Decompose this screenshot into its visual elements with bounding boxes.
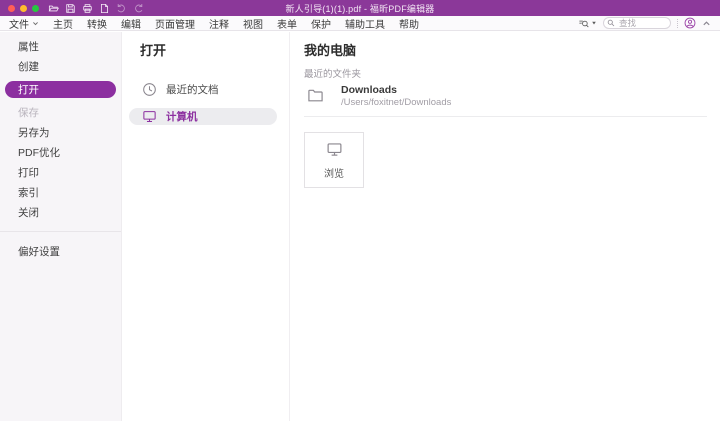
sidebar-item-save-as[interactable]: 另存为 — [0, 122, 121, 142]
toolbar-separator — [677, 19, 678, 28]
browse-label: 浏览 — [324, 165, 344, 180]
sidebar-divider — [0, 231, 121, 232]
my-computer-panel: 我的电脑 最近的文件夹 Downloads /Users/foxitnet/Do… — [291, 32, 720, 421]
dropdown-caret-icon — [591, 20, 597, 26]
computer-icon — [142, 109, 157, 124]
content-title: 我的电脑 — [304, 40, 707, 58]
redo-icon[interactable] — [133, 3, 144, 14]
open-folder-icon[interactable] — [48, 3, 59, 14]
open-panel-list: 最近的文档 计算机 — [122, 78, 289, 129]
sidebar-item-pdf-optimize[interactable]: PDF优化 — [0, 142, 121, 162]
search-icon — [607, 19, 615, 27]
search-box — [603, 17, 671, 29]
account-button[interactable] — [684, 17, 696, 29]
zoom-window-button[interactable] — [32, 5, 39, 12]
open-panel-item-computer-wrap: 计算机 — [122, 104, 289, 129]
backstage-sidebar: 属性 创建 打开 保存 另存为 PDF优化 打印 索引 关闭 偏好设置 — [0, 32, 122, 421]
chevron-up-icon — [702, 19, 711, 28]
new-document-icon[interactable] — [99, 3, 110, 14]
folder-texts: Downloads /Users/foxitnet/Downloads — [341, 84, 451, 109]
chevron-down-icon — [32, 20, 39, 27]
find-replace-button[interactable] — [578, 18, 597, 29]
menubar-right-controls — [578, 17, 711, 29]
browse-computer-icon — [326, 141, 343, 158]
menu-file[interactable]: 文件 — [9, 16, 39, 31]
close-window-button[interactable] — [8, 5, 15, 12]
open-panel-item-recent-documents[interactable]: 最近的文档 — [122, 78, 289, 100]
account-icon — [684, 17, 696, 29]
print-icon[interactable] — [82, 3, 93, 14]
quick-access-toolbar — [48, 3, 144, 14]
folder-name: Downloads — [341, 84, 451, 97]
collapse-toolbar-button[interactable] — [702, 19, 711, 28]
menu-home[interactable]: 主页 — [53, 16, 73, 31]
menu-view[interactable]: 视图 — [243, 16, 263, 31]
titlebar: 新人引导(1)(1).pdf - 福昕PDF编辑器 — [0, 0, 720, 16]
sidebar-item-close[interactable]: 关闭 — [0, 202, 121, 222]
sidebar-item-create[interactable]: 创建 — [0, 56, 121, 76]
menubar: 文件 主页 转换 编辑 页面管理 注释 视图 表单 保护 辅助工具 帮助 — [0, 16, 720, 31]
sidebar-item-open[interactable]: 打开 — [5, 81, 116, 98]
menu-comment[interactable]: 注释 — [209, 16, 229, 31]
menu-convert[interactable]: 转换 — [87, 16, 107, 31]
clock-icon — [142, 82, 157, 97]
sidebar-item-save: 保存 — [0, 102, 121, 122]
undo-icon[interactable] — [116, 3, 127, 14]
open-panel-item-computer[interactable]: 计算机 — [129, 108, 277, 125]
recent-folders-label: 最近的文件夹 — [304, 66, 707, 80]
recent-folder-row-downloads[interactable]: Downloads /Users/foxitnet/Downloads — [304, 80, 707, 117]
sidebar-item-index[interactable]: 索引 — [0, 182, 121, 202]
find-replace-icon — [578, 18, 589, 29]
save-icon[interactable] — [65, 3, 76, 14]
sidebar-item-open-wrap: 打开 — [0, 76, 121, 102]
open-panel-title: 打开 — [122, 40, 289, 58]
folder-path: /Users/foxitnet/Downloads — [341, 97, 451, 109]
browse-button[interactable]: 浏览 — [304, 132, 364, 188]
menus: 文件 主页 转换 编辑 页面管理 注释 视图 表单 保护 辅助工具 帮助 — [9, 16, 419, 31]
sidebar-item-print[interactable]: 打印 — [0, 162, 121, 182]
menu-page-management[interactable]: 页面管理 — [155, 16, 195, 31]
minimize-window-button[interactable] — [20, 5, 27, 12]
traffic-lights — [8, 5, 39, 12]
menu-help[interactable]: 帮助 — [399, 16, 419, 31]
sidebar-item-preferences[interactable]: 偏好设置 — [0, 241, 121, 261]
menu-edit[interactable]: 编辑 — [121, 16, 141, 31]
menu-form[interactable]: 表单 — [277, 16, 297, 31]
folder-icon — [307, 87, 324, 104]
sidebar-item-properties[interactable]: 属性 — [0, 36, 121, 56]
open-panel: 打开 最近的文档 计算机 — [122, 32, 290, 421]
menu-accessibility[interactable]: 辅助工具 — [345, 16, 385, 31]
menu-protect[interactable]: 保护 — [311, 16, 331, 31]
